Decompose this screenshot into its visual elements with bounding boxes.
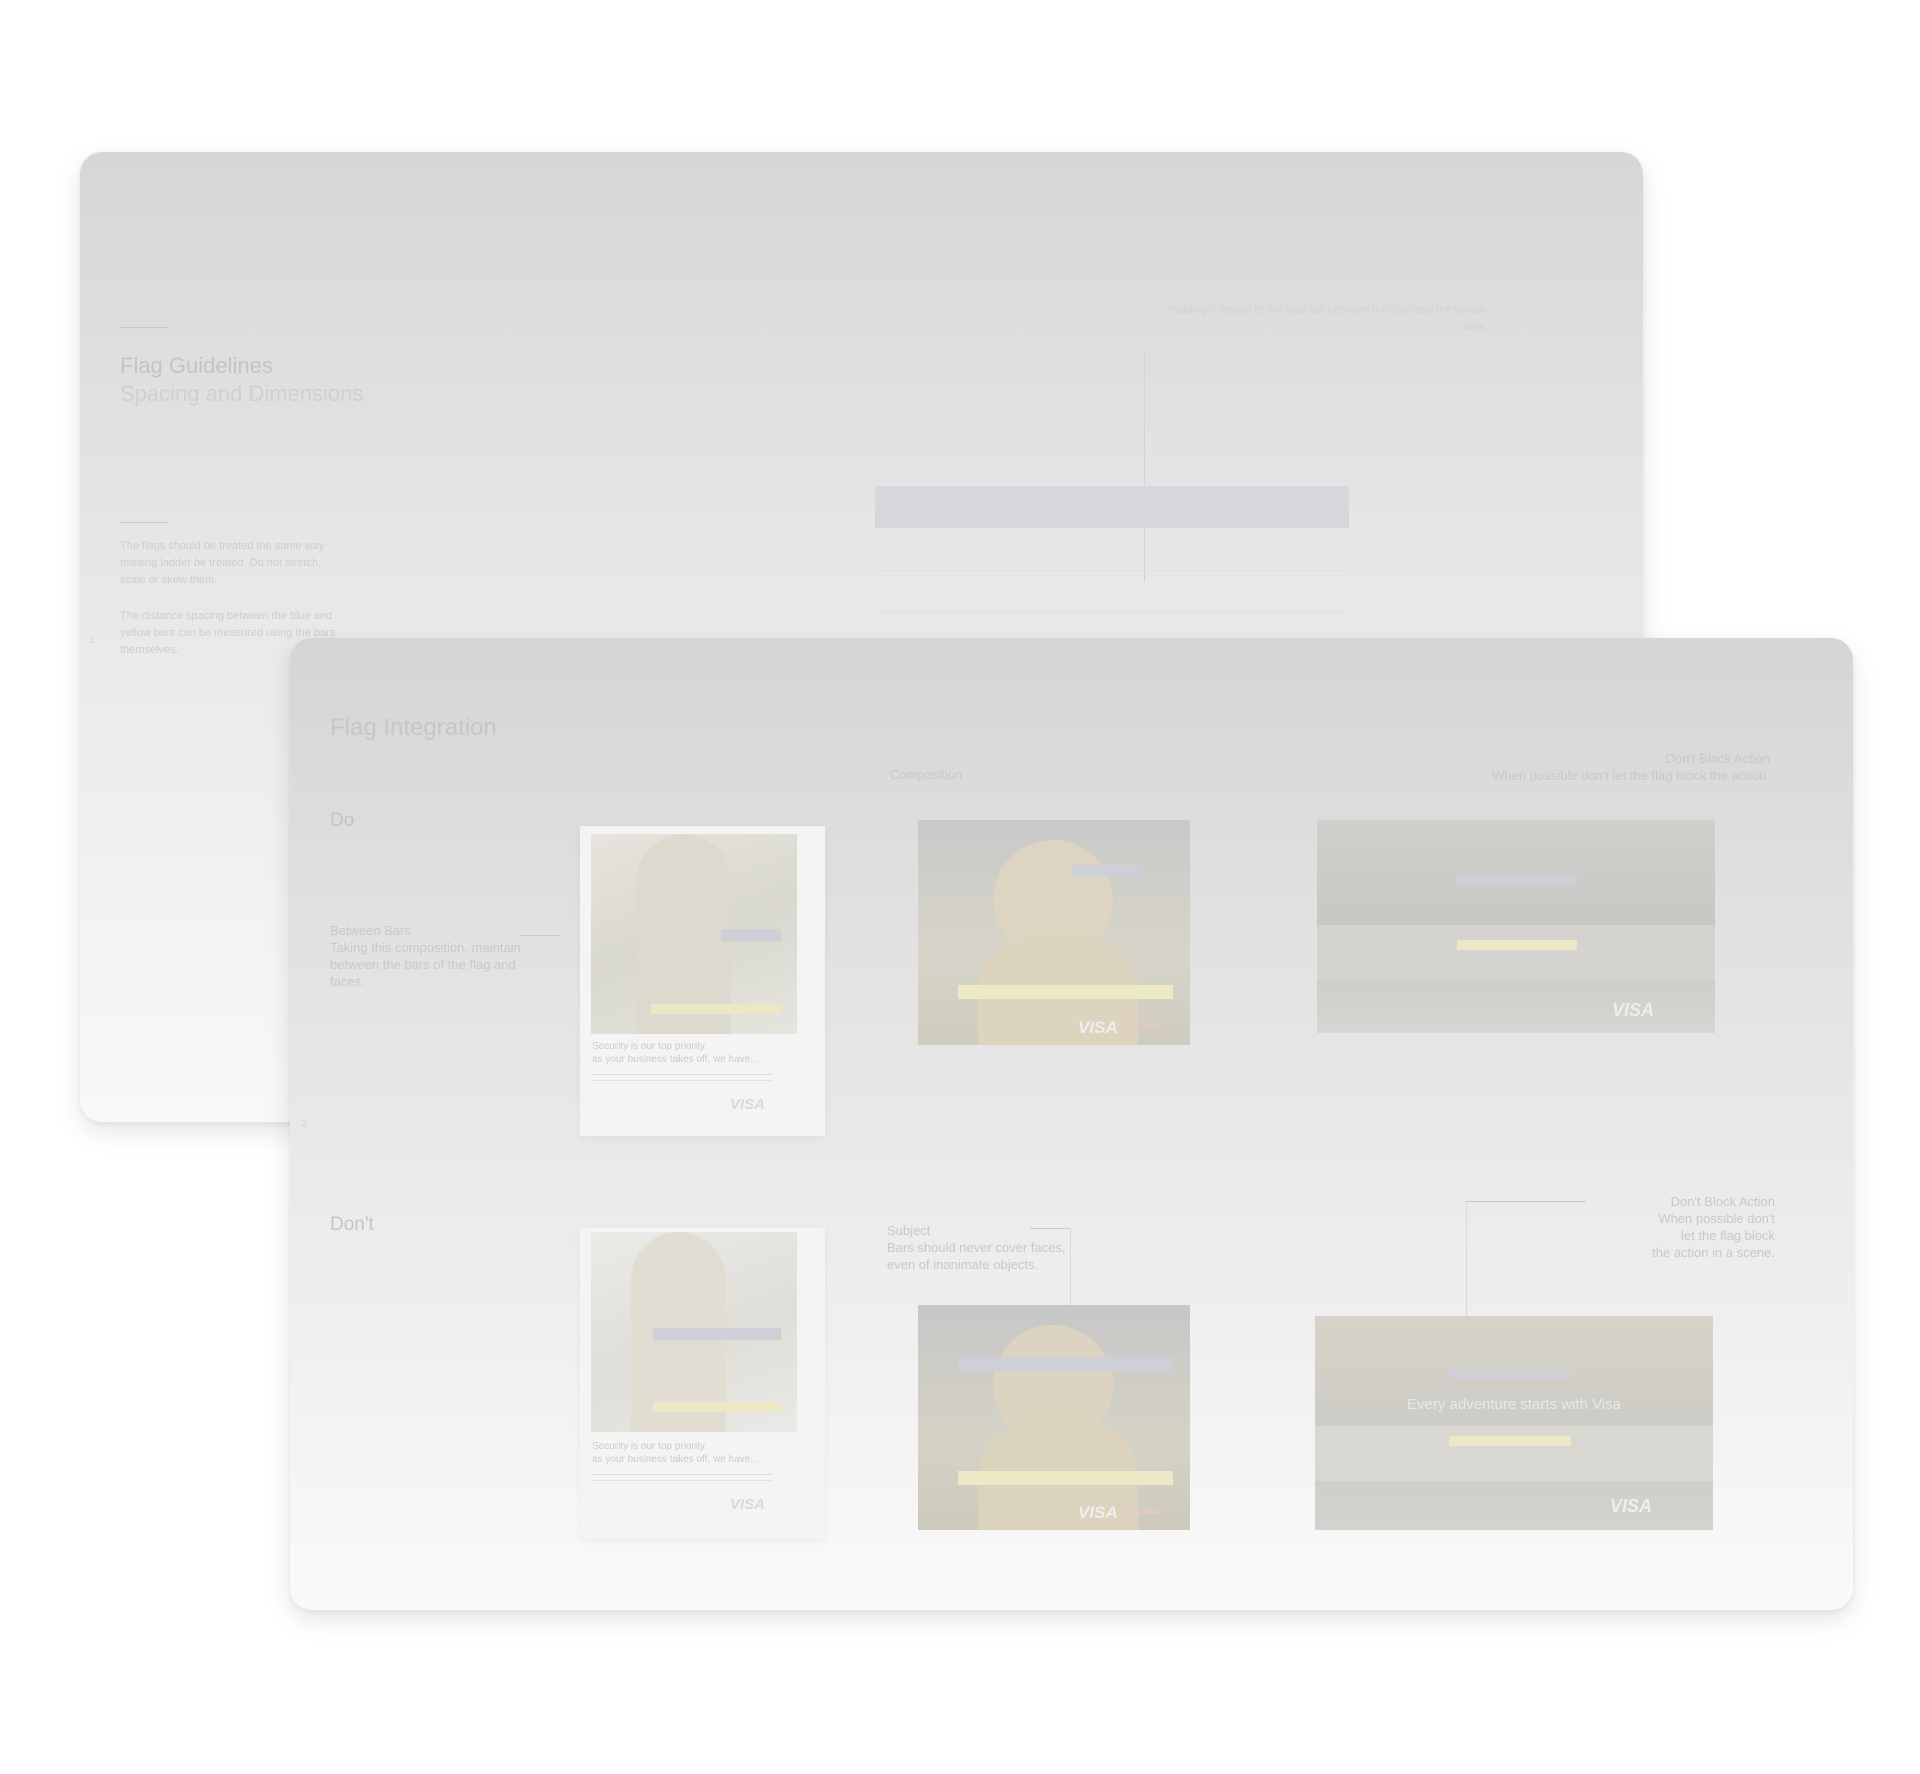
flag-yellow-bar xyxy=(1449,1436,1571,1446)
guideline-paragraph-1: The flags should be treated the same way… xyxy=(120,540,325,586)
callout-line xyxy=(1070,1228,1071,1313)
street-photo-dont: Every adventure starts with Visa VISA xyxy=(1315,1316,1713,1530)
flag-yellow-bar xyxy=(1457,940,1577,950)
callout-line xyxy=(1144,352,1145,582)
composition-label: Composition xyxy=(890,767,963,782)
ad-card-do: Security is our top priority as your bus… xyxy=(580,826,825,1136)
title-rule xyxy=(120,327,168,328)
ad-photo xyxy=(591,834,797,1034)
callout-line xyxy=(1466,1201,1467,1321)
do-caption: Between Bars Taking this composition, ma… xyxy=(330,923,521,989)
visa-logo: VISA xyxy=(1078,1018,1118,1037)
text-line xyxy=(592,1074,772,1075)
dimension-table-header xyxy=(875,486,1349,528)
ad-card-text: Security is our top priority as your bus… xyxy=(592,1441,759,1465)
row-label-do: Do xyxy=(330,810,355,831)
flag-blue-bar xyxy=(721,929,781,941)
flag-yellow-bar xyxy=(653,1402,781,1412)
page-marker: 1 xyxy=(90,635,96,645)
page-marker: 2 xyxy=(302,1118,308,1128)
callout-line xyxy=(520,935,560,936)
dimension-table-row xyxy=(875,612,1349,613)
text-line xyxy=(592,1080,772,1081)
dont-action-caption: Don't Block Action When possible don't l… xyxy=(1652,1194,1775,1260)
text-line xyxy=(592,1474,772,1475)
visa-logo: VISA xyxy=(730,1496,766,1513)
page-subtitle: Spacing and Dimensions xyxy=(120,381,364,406)
building-shape xyxy=(1317,925,1715,980)
callout-line xyxy=(1466,1201,1586,1202)
callout-line xyxy=(1030,1228,1070,1229)
section-title: Flag Integration xyxy=(330,714,497,741)
flag-blue-bar xyxy=(958,1357,1173,1371)
building-shape xyxy=(1315,1426,1713,1481)
flag-yellow-bar xyxy=(958,1471,1173,1485)
costco-logo: Costco xyxy=(1123,1505,1161,1517)
page-title: Flag Guidelines xyxy=(120,353,273,378)
flag-blue-bar xyxy=(1457,875,1577,885)
visa-logo: VISA xyxy=(730,1096,766,1113)
flag-yellow-bar xyxy=(958,985,1173,999)
paragraph-rule xyxy=(120,522,168,523)
row-label-dont: Don't xyxy=(330,1214,374,1235)
flag-blue-bar xyxy=(1449,1370,1571,1380)
flag-blue-bar xyxy=(1073,865,1143,877)
do-right-note: Don't Block Action When possible don't l… xyxy=(1492,751,1770,783)
slide-flag-integration: Flag Integration 2 Do Don't Between Bars… xyxy=(290,638,1853,1610)
dimension-table-row xyxy=(875,570,1349,571)
costco-logo: Costco xyxy=(1123,1020,1161,1032)
dont-subject-caption: Subject Bars should never cover faces, e… xyxy=(887,1223,1066,1272)
text-line xyxy=(592,1480,772,1481)
teddy-bear-photo-dont: VISA Costco xyxy=(918,1305,1190,1530)
flag-yellow-bar xyxy=(651,1004,781,1014)
flag-blue-bar xyxy=(653,1328,781,1340)
visa-logo: VISA xyxy=(1610,1496,1653,1516)
visa-logo: VISA xyxy=(1078,1503,1118,1522)
ad-photo xyxy=(591,1232,797,1432)
teddy-bear-photo-do: VISA Costco xyxy=(918,820,1190,1045)
visa-logo: VISA xyxy=(1612,1000,1655,1020)
banner-headline: Every adventure starts with Visa xyxy=(1407,1396,1621,1413)
spacing-note: Padding = Height of the blue bar between… xyxy=(1166,304,1485,333)
ad-card-dont: Security is our top priority as your bus… xyxy=(580,1228,825,1538)
ad-card-text: Security is our top priority as your bus… xyxy=(592,1041,759,1065)
street-photo-do: VISA xyxy=(1317,820,1715,1033)
